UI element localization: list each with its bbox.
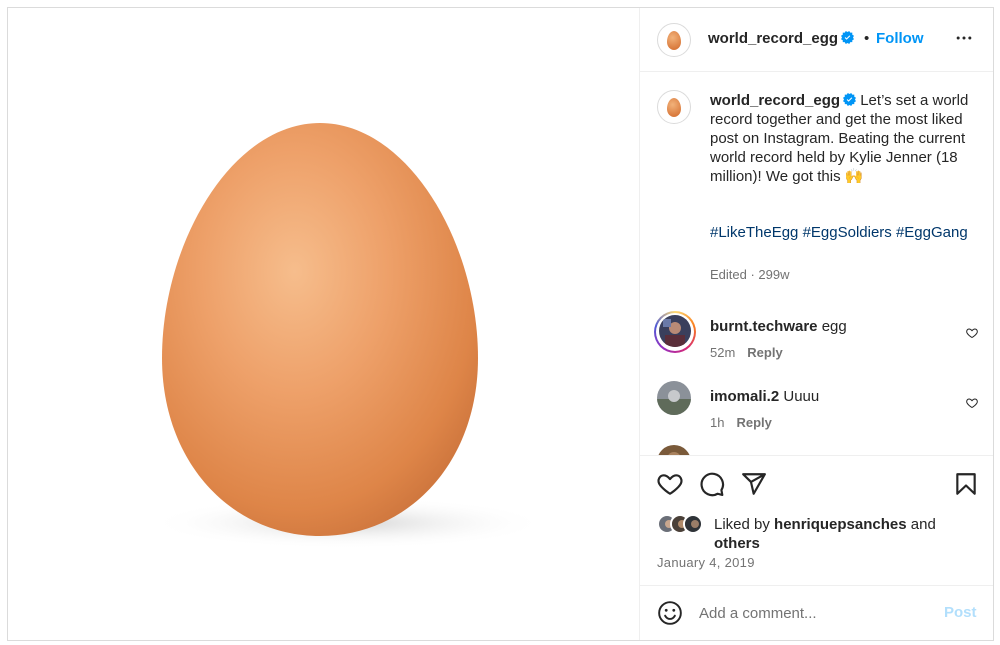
header-separator: •	[864, 30, 870, 47]
comments-scroll-area[interactable]: world_record_egg Let’s set a world recor…	[640, 73, 993, 455]
caption-avatar[interactable]	[657, 90, 691, 124]
commenter-avatar[interactable]	[657, 381, 691, 415]
comment-body: egg	[821, 318, 847, 335]
likes-conjunction: and	[910, 516, 936, 533]
post-sidebar: world_record_egg • Follow world_record_e…	[639, 8, 993, 640]
comment-meta: 1h Reply	[710, 415, 772, 430]
author-username[interactable]: world_record_egg	[708, 30, 855, 47]
likes-summary: Liked by henriquepsanches and others	[657, 514, 977, 554]
liker-username[interactable]: henriquepsanches	[774, 516, 907, 533]
share-icon[interactable]	[741, 471, 767, 497]
post-header: world_record_egg • Follow	[640, 8, 993, 72]
caption-hashtags[interactable]: #LikeTheEgg #EggSoldiers #EggGang	[710, 223, 970, 242]
likes-prefix: Liked by	[714, 516, 770, 533]
verified-badge-icon	[841, 31, 855, 44]
verified-badge-icon	[843, 93, 857, 106]
liker-avatar	[683, 514, 703, 534]
caption-text: world_record_egg Let’s set a world recor…	[710, 91, 980, 186]
author-username-label[interactable]: world_record_egg	[708, 30, 838, 47]
comment-body: Uuuu	[783, 388, 820, 405]
comment-meta: 52m Reply	[710, 345, 783, 360]
likes-text: Liked by henriquepsanches and others	[714, 515, 964, 553]
comment-text: imomali.2 Uuuu	[710, 388, 819, 405]
follow-button[interactable]: Follow	[876, 30, 924, 47]
comment-time: 52m	[710, 345, 736, 360]
commenter-avatar[interactable]	[657, 445, 691, 455]
comment-username[interactable]: burnt.techware	[710, 318, 818, 335]
comment-item-partial	[640, 445, 993, 455]
reply-button[interactable]: Reply	[736, 415, 771, 430]
reply-button[interactable]: Reply	[747, 345, 782, 360]
comment-username[interactable]: imomali.2	[710, 388, 779, 405]
comment-item: burnt.techware egg 52m Reply	[640, 305, 993, 365]
comment-composer: Post	[640, 585, 993, 640]
egg-photo	[148, 123, 548, 549]
more-icon[interactable]	[954, 28, 974, 48]
author-avatar[interactable]	[657, 23, 691, 57]
post-modal: world_record_egg • Follow world_record_e…	[7, 7, 994, 641]
caption-edited-time: Edited · 299w	[710, 267, 790, 282]
comment-icon[interactable]	[699, 471, 725, 497]
emoji-icon[interactable]	[657, 600, 683, 626]
comment-text: burnt.techware egg	[710, 318, 847, 335]
comment-item: imomali.2 Uuuu 1h Reply	[640, 375, 993, 435]
likes-others-link[interactable]: others	[714, 535, 760, 552]
commenter-avatar[interactable]	[659, 315, 691, 347]
comment-time: 1h	[710, 415, 725, 430]
post-actions: Liked by henriquepsanches and others Jan…	[640, 455, 993, 585]
post-image	[8, 8, 639, 640]
post-comment-button[interactable]: Post	[944, 604, 977, 621]
caption-username[interactable]: world_record_egg	[710, 92, 840, 109]
heart-icon[interactable]	[657, 471, 683, 497]
comment-input[interactable]	[699, 602, 929, 624]
post-date[interactable]: January 4, 2019	[657, 555, 755, 570]
heart-icon[interactable]	[966, 327, 978, 339]
heart-icon[interactable]	[966, 397, 978, 409]
bookmark-icon[interactable]	[953, 471, 979, 497]
